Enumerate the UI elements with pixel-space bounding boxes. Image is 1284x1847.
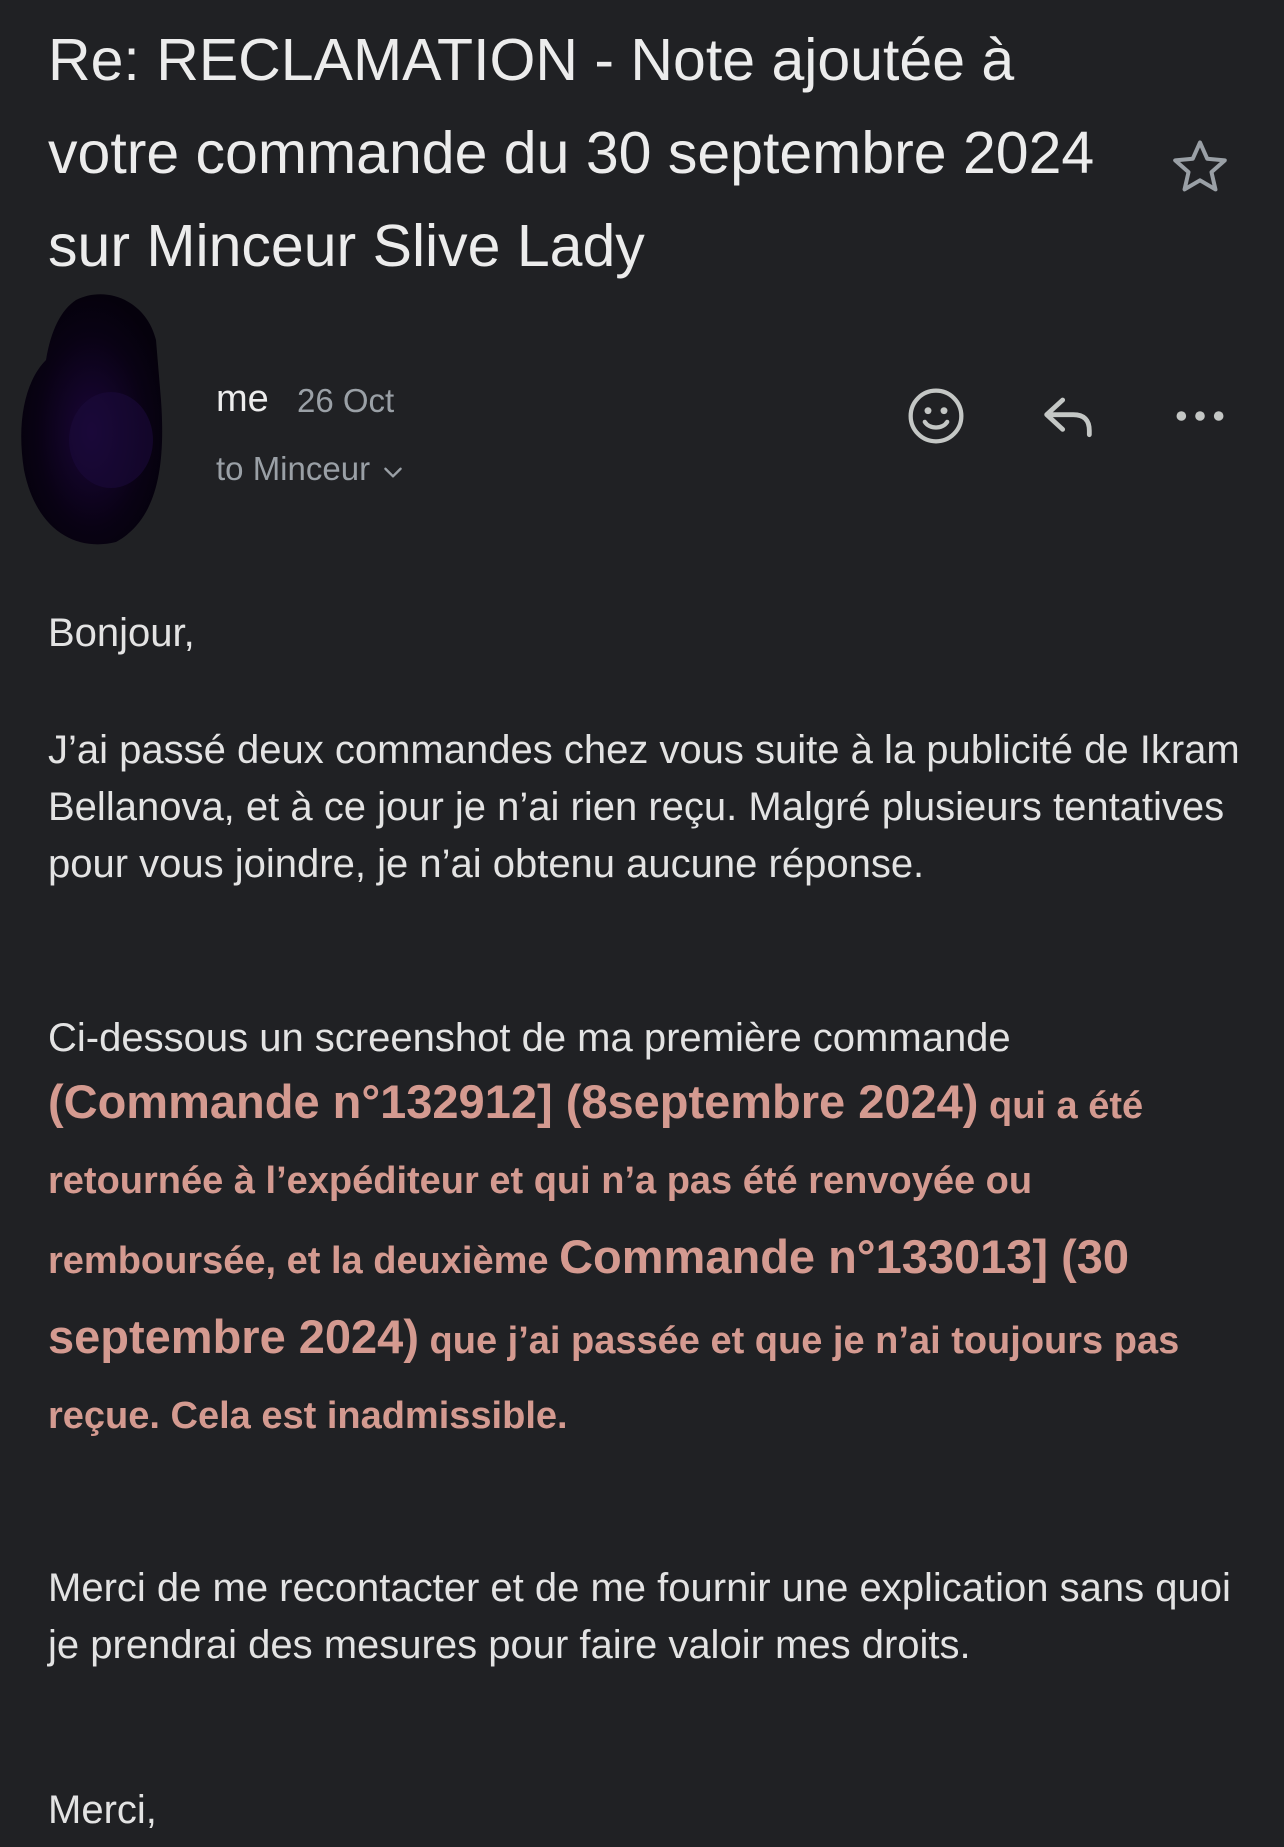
body-paragraph: Ci-dessous un screenshot de ma première …: [48, 1016, 1011, 1060]
recipient-details-toggle[interactable]: to Minceur: [216, 450, 406, 488]
chevron-down-icon: [384, 467, 402, 478]
more-horizontal-icon: [1176, 411, 1224, 421]
star-icon[interactable]: [1168, 135, 1232, 199]
body-paragraph: Merci de me recontacter et de me fournir…: [48, 1566, 1231, 1667]
reply-button[interactable]: [1030, 378, 1106, 454]
highlighted-paragraph: (Commande n°132912] (8septembre 2024) qu…: [48, 1064, 1248, 1454]
recipient-label: to Minceur: [216, 450, 371, 487]
avatar[interactable]: [16, 290, 172, 548]
closing: Merci,: [48, 1788, 157, 1832]
email-subject: Re: RECLAMATION - Note ajoutée à votre c…: [48, 27, 1095, 279]
add-reaction-button[interactable]: [898, 378, 974, 454]
reply-icon: [1044, 397, 1092, 438]
smiley-icon: [908, 388, 964, 444]
body-paragraph: J’ai passé deux commandes chez vous suit…: [48, 728, 1240, 886]
sender-name: me: [216, 378, 269, 420]
order-reference: (Commande n°132912] (8septembre 2024): [48, 1075, 979, 1128]
greeting: Bonjour,: [48, 611, 195, 655]
more-options-button[interactable]: [1162, 378, 1238, 454]
sent-date: 26 Oct: [297, 382, 395, 419]
